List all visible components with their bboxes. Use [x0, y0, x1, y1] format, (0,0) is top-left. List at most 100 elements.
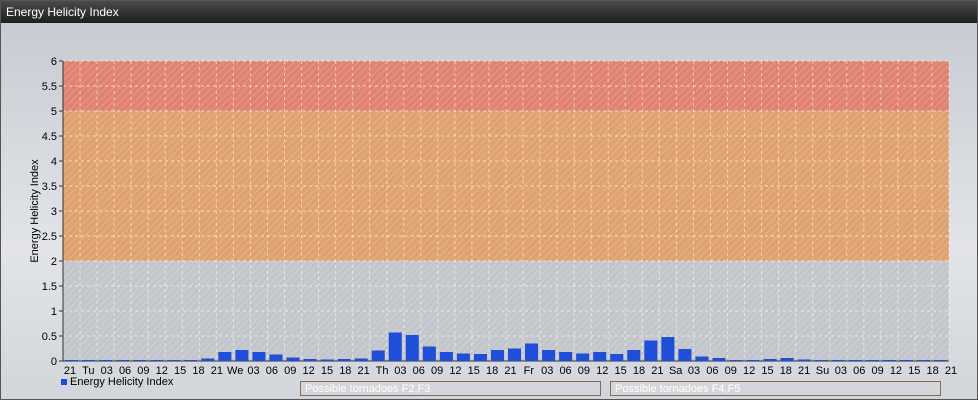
- bar: [644, 340, 658, 361]
- x-tick-label: 18: [927, 365, 939, 377]
- bar: [593, 352, 607, 361]
- bar: [746, 360, 760, 361]
- zone-flag-f2f3: Possible tornadoes F2,F3: [300, 381, 601, 396]
- bar: [201, 358, 215, 361]
- y-tick-label: 3.5: [42, 181, 57, 193]
- bar: [167, 360, 181, 361]
- x-tick-label: 18: [339, 365, 351, 377]
- x-tick-label: 09: [578, 365, 590, 377]
- bar: [473, 354, 487, 361]
- bar: [508, 348, 522, 361]
- bar: [763, 359, 777, 361]
- bar: [371, 350, 385, 361]
- bar: [780, 358, 794, 361]
- x-tick-label: 15: [761, 365, 773, 377]
- x-tick-label: 21: [651, 365, 663, 377]
- x-tick-label: 12: [890, 365, 902, 377]
- bar: [814, 360, 828, 361]
- x-tick-label: 21: [211, 365, 223, 377]
- ehi-chart: 0 0.5 1 1.5 2 2.5 3 3.5 4 4.5 5 5.5 6 Energy Helicity…: [29, 56, 957, 377]
- y-tick-label: 0: [51, 356, 57, 368]
- bar: [65, 360, 79, 361]
- y-tick-label: 4.5: [42, 131, 57, 143]
- bar: [661, 337, 675, 361]
- x-tick-label: 21: [358, 365, 370, 377]
- y-tick-label: 2: [51, 256, 57, 268]
- bar: [354, 358, 368, 361]
- x-tick-label: 18: [780, 365, 792, 377]
- legend-swatch: [61, 379, 67, 385]
- x-tick-label: 15: [908, 365, 920, 377]
- bar: [712, 358, 726, 361]
- y-tick-label: 3: [51, 206, 57, 218]
- x-tick-label: 06: [413, 365, 425, 377]
- bar: [695, 356, 709, 361]
- x-tick-label: 21: [798, 365, 810, 377]
- x-tick-label: 03: [247, 365, 259, 377]
- x-tick-label: 15: [468, 365, 480, 377]
- y-tick-label: 1.5: [42, 281, 57, 293]
- x-tick-label: 15: [174, 365, 186, 377]
- bar: [916, 360, 930, 361]
- x-tick-label: 06: [853, 365, 865, 377]
- y-tick-label: 5.5: [42, 81, 57, 93]
- bar: [490, 350, 504, 361]
- bar: [422, 346, 436, 361]
- x-tick-label: 15: [615, 365, 627, 377]
- x-tick-label: 09: [431, 365, 443, 377]
- bar: [610, 354, 624, 361]
- x-tick-label: 03: [835, 365, 847, 377]
- y-axis-label: Energy Helicity Index: [29, 159, 41, 263]
- bar: [559, 352, 573, 361]
- y-tick-label: 2.5: [42, 231, 57, 243]
- bar: [899, 360, 913, 361]
- x-tick-label: 03: [394, 365, 406, 377]
- bar: [82, 360, 96, 361]
- x-tick-label: 15: [321, 365, 333, 377]
- bar: [405, 335, 419, 361]
- legend-label: Energy Helicity Index: [70, 376, 174, 388]
- bar: [797, 359, 811, 361]
- bar: [150, 360, 164, 361]
- bar: [252, 352, 266, 361]
- bar: [269, 354, 283, 361]
- bar: [542, 350, 556, 361]
- bar: [286, 357, 300, 361]
- bar: [525, 343, 539, 361]
- x-tick-label: 09: [725, 365, 737, 377]
- x-tick-label: 21: [945, 365, 957, 377]
- x-tick-label: 09: [284, 365, 296, 377]
- x-tick-label: 21: [504, 365, 516, 377]
- legend: Energy Helicity Index: [61, 376, 173, 388]
- x-tick-label: 12: [743, 365, 755, 377]
- x-tick-label: 12: [302, 365, 314, 377]
- x-tick-label: 18: [486, 365, 498, 377]
- y-tick-label: 0.5: [42, 331, 57, 343]
- y-tick-label: 4: [51, 156, 57, 168]
- bar: [218, 352, 232, 361]
- bar: [235, 350, 249, 361]
- x-tick-label: 03: [688, 365, 700, 377]
- x-tick-label: Su: [816, 365, 829, 377]
- x-tick-label: Th: [376, 365, 389, 377]
- bar: [933, 360, 947, 361]
- x-tick-label: 03: [541, 365, 553, 377]
- x-tick-label: 12: [449, 365, 461, 377]
- bar: [303, 359, 317, 361]
- x-tick-label: 09: [871, 365, 883, 377]
- bar: [116, 360, 130, 361]
- x-tick-label: 06: [559, 365, 571, 377]
- bar: [184, 360, 198, 361]
- y-tick-label: 5: [51, 106, 57, 118]
- x-tick-label: 18: [633, 365, 645, 377]
- bar: [678, 349, 692, 361]
- x-tick-label: 06: [266, 365, 278, 377]
- bar: [882, 360, 896, 361]
- zone-flag-f4f5: Possible tornadoes F4,F5: [610, 381, 941, 396]
- x-tick-label: 12: [596, 365, 608, 377]
- y-tick-label: 1: [51, 306, 57, 318]
- bar: [133, 360, 147, 361]
- bar: [848, 360, 862, 361]
- bar: [320, 359, 334, 361]
- x-tick-label: 18: [192, 365, 204, 377]
